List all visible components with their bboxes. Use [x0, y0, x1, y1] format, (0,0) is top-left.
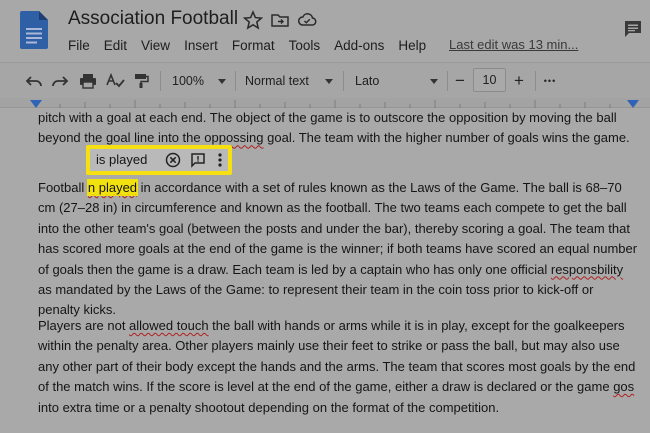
move-folder-icon[interactable] [270, 10, 290, 30]
grammar-error-highlight[interactable]: n played [86, 179, 139, 196]
report-feedback-icon[interactable] [190, 152, 206, 168]
decrease-font-size-button[interactable]: − [451, 71, 469, 91]
print-button[interactable] [77, 71, 99, 91]
menu-insert[interactable]: Insert [184, 38, 218, 53]
menu-help[interactable]: Help [398, 38, 426, 53]
paragraph-style-value: Normal text [245, 74, 309, 88]
chevron-down-icon [217, 78, 226, 84]
paragraph: pitch with a goal at each end. The objec… [38, 110, 630, 146]
dismiss-suggestion-icon[interactable] [165, 152, 181, 168]
menu-format[interactable]: Format [232, 38, 275, 53]
misspelled-word[interactable]: oppossing [204, 130, 263, 145]
spellcheck-icon [106, 73, 125, 88]
font-family-select[interactable]: Lato [355, 71, 441, 91]
toolbar-divider [447, 71, 448, 91]
undo-button[interactable] [24, 71, 44, 91]
toolbar-divider [160, 71, 161, 91]
paragraph: Football n played in accordance with a s… [38, 179, 638, 318]
last-edit-link[interactable]: Last edit was 13 min... [449, 37, 578, 52]
chevron-down-icon [324, 78, 333, 84]
toolbar-divider [535, 71, 536, 91]
star-icon[interactable] [243, 10, 263, 30]
menu-view[interactable]: View [141, 38, 170, 53]
comments-icon[interactable] [622, 18, 644, 40]
paragraph-style-select[interactable]: Normal text [245, 71, 338, 91]
suggestion-panel: is played [90, 149, 228, 171]
docs-logo-icon[interactable] [20, 11, 48, 49]
paint-format-button[interactable] [131, 71, 151, 91]
redo-icon [52, 76, 69, 87]
document-title[interactable]: Association Football [68, 8, 238, 30]
suggestion-accept-text[interactable]: is played [96, 152, 147, 167]
menu-tools[interactable]: Tools [289, 38, 321, 53]
menu-file[interactable]: File [68, 38, 90, 53]
paint-format-icon [135, 74, 149, 88]
font-family-value: Lato [355, 74, 380, 88]
ruler [0, 98, 650, 108]
paragraph: Players are not allowed touch the ball w… [38, 318, 636, 415]
grammar-error[interactable]: allowed touch [129, 318, 209, 333]
ruler-ticks [59, 100, 611, 108]
title-bar: Association Football File Edit View Insert F… [0, 0, 650, 62]
toolbar-divider [343, 71, 344, 91]
toolbar: 100% Normal text Lato − + ••• [0, 62, 650, 98]
left-indent-marker-icon[interactable] [30, 100, 42, 108]
grammar-suggestion-popup: is played [86, 145, 232, 175]
cloud-saved-icon[interactable] [297, 10, 317, 30]
menu-edit[interactable]: Edit [104, 38, 127, 53]
spellcheck-button[interactable] [104, 71, 126, 91]
misspelled-word[interactable]: gos [613, 379, 634, 394]
toolbar-divider [235, 71, 236, 91]
increase-font-size-button[interactable]: + [510, 71, 528, 91]
more-vert-icon[interactable] [216, 152, 224, 168]
font-size-input[interactable]: 10 [473, 68, 506, 92]
menu-addons[interactable]: Add-ons [334, 38, 384, 53]
menu-bar: File Edit View Insert Format Tools Add-ons Help [68, 37, 440, 55]
right-indent-marker-icon[interactable] [627, 100, 639, 108]
zoom-select[interactable]: 100% [172, 71, 228, 91]
zoom-value: 100% [172, 74, 204, 88]
more-options-button[interactable]: ••• [540, 71, 560, 91]
print-icon [80, 74, 96, 89]
redo-button[interactable] [50, 71, 70, 91]
misspelled-word[interactable]: responsbility [551, 262, 623, 277]
undo-icon [25, 76, 42, 87]
chevron-down-icon [430, 78, 439, 84]
